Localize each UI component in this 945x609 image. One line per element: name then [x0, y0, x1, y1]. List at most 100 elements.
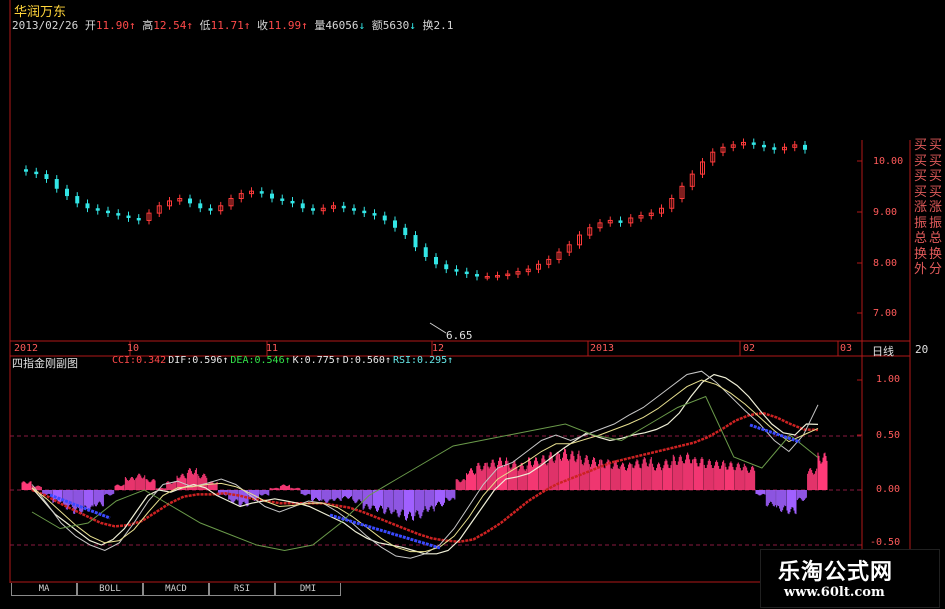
- candle-body: [341, 205, 346, 209]
- candle-body: [300, 203, 305, 209]
- period-count: 20: [915, 343, 929, 356]
- quote-high-label: 高: [142, 19, 154, 32]
- indicator-tick-label: 1.00: [876, 374, 901, 385]
- candle-body: [85, 203, 90, 209]
- candle-body: [464, 271, 469, 275]
- candle-body: [762, 144, 766, 148]
- candle-body: [434, 257, 438, 265]
- up-arrow-icon: ↑: [186, 19, 193, 32]
- side-panel-labels: 买买买买涨振总换外: [914, 138, 928, 277]
- candle-body: [382, 215, 387, 221]
- tab-boll[interactable]: BOLL: [77, 583, 143, 596]
- date-label: 2012: [14, 343, 39, 354]
- candle-body: [751, 142, 756, 145]
- candle-body: [116, 213, 121, 216]
- candle-body: [75, 196, 80, 204]
- quote-low-label: 低: [199, 19, 211, 32]
- indicator-tick-label: 0.50: [876, 430, 901, 441]
- price-tick-label: 8.00: [873, 258, 898, 269]
- watermark-url: www.60lt.com: [784, 585, 885, 600]
- tab-dmi[interactable]: DMI: [275, 583, 341, 596]
- quote-open-label: 开: [84, 19, 96, 32]
- candle-body: [423, 247, 428, 257]
- candle-body: [362, 210, 367, 214]
- quote-turnover-label: 换: [422, 19, 434, 32]
- up-arrow-icon: ↑: [243, 19, 251, 32]
- indicator-value: DIF:0.596↑: [168, 355, 229, 366]
- candle-body: [444, 264, 449, 270]
- low-marker-line: [429, 322, 447, 334]
- candle-body: [772, 147, 777, 150]
- blue-segment: [749, 423, 801, 444]
- indicator-tabbar: MA BOLL MACD RSI DMI: [11, 583, 341, 597]
- indicator-value: D:0.560↑: [342, 355, 391, 366]
- date-label: 11: [266, 343, 279, 354]
- date-label: 12: [432, 343, 445, 354]
- price-tick-label: 10.00: [873, 156, 904, 167]
- period-selector[interactable]: 日线: [872, 343, 894, 359]
- candle-body: [54, 179, 59, 189]
- up-arrow-icon: ↑: [128, 19, 136, 32]
- price-tick-label: 9.00: [873, 207, 898, 218]
- candle-body: [290, 200, 295, 204]
- tab-ma[interactable]: MA: [11, 583, 77, 596]
- candle-body: [475, 274, 479, 277]
- indicator-value: CCI:0.342: [112, 355, 167, 366]
- candle-body: [106, 210, 110, 214]
- quote-line: 2013/02/26 开11.90↑ 高12.54↑ 低11.71↑ 收11.9…: [12, 17, 453, 33]
- quote-low: 11.71: [210, 19, 244, 32]
- candle-body: [126, 215, 131, 218]
- quote-high: 12.54: [153, 19, 187, 32]
- candle-body: [618, 220, 623, 223]
- down-arrow-icon: ↓: [409, 19, 416, 32]
- side-panel-labels-2: 买买买买涨振总换分: [929, 138, 943, 277]
- down-arrow-icon: ↓: [358, 19, 366, 32]
- quote-date: 2013/02/26: [12, 19, 79, 32]
- date-label: 02: [743, 343, 756, 354]
- quote-close: 11.99: [267, 19, 302, 32]
- candle-body: [208, 208, 213, 211]
- indicator-values: CCI:0.342 DIF:0.596↑ DEA:0.546↑ K:0.775↑ D:0…: [112, 355, 455, 366]
- tab-macd[interactable]: MACD: [143, 583, 209, 596]
- date-label: 10: [127, 343, 140, 354]
- candle-body: [403, 227, 408, 236]
- candle-body: [352, 208, 356, 211]
- quote-volume-label: 量: [314, 19, 326, 32]
- low-price-marker: 6.65: [446, 329, 473, 342]
- indicator-series: [21, 370, 828, 559]
- tab-rsi[interactable]: RSI: [209, 583, 275, 596]
- blue-segment: [329, 513, 441, 550]
- candlestick-series: [24, 138, 807, 334]
- candle-body: [95, 208, 100, 211]
- candle-body: [311, 208, 315, 211]
- candle-body: [188, 198, 192, 204]
- indicator-tick-label: 0.00: [876, 484, 901, 495]
- price-tick-label: 7.00: [873, 308, 898, 319]
- chart-canvas: [9, 0, 911, 583]
- quote-amount: 5630: [382, 19, 410, 32]
- indicator-value: RSI:0.295↑: [392, 355, 454, 366]
- candle-body: [454, 269, 459, 272]
- quote-close-label: 收: [256, 19, 268, 32]
- candle-body: [44, 174, 49, 179]
- candle-body: [413, 235, 418, 248]
- date-label: 03: [840, 343, 853, 354]
- header-bg: [10, 0, 535, 14]
- candle-body: [34, 171, 39, 175]
- candle-body: [198, 203, 203, 209]
- indicator-title[interactable]: 四指金刚副图: [12, 355, 78, 371]
- quote-turnover: 2.1: [433, 19, 454, 32]
- date-label: 2013: [590, 343, 615, 354]
- quote-volume: 46056: [325, 19, 359, 32]
- indicator-value: DEA:0.546↑: [230, 355, 291, 366]
- quote-amount-label: 额: [371, 19, 383, 32]
- quote-open: 11.90: [95, 19, 129, 32]
- candle-body: [270, 193, 274, 199]
- up-arrow-icon: ↑: [301, 19, 308, 32]
- candle-body: [803, 144, 807, 150]
- indicator-value: K:0.775↑: [292, 355, 341, 366]
- candle-body: [259, 191, 264, 194]
- candle-body: [65, 188, 69, 197]
- candle-body: [24, 169, 28, 172]
- candle-body: [136, 218, 141, 221]
